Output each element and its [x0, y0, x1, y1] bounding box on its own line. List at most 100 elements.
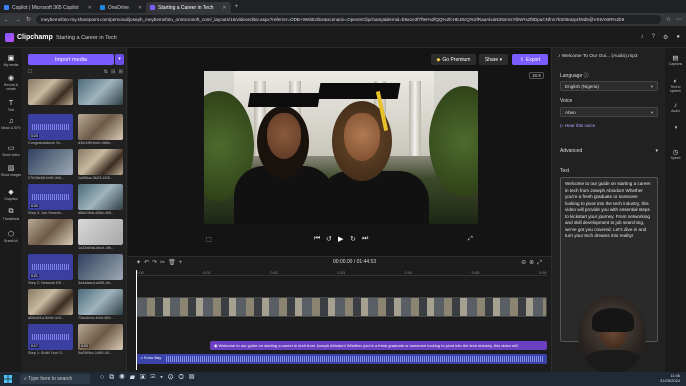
nav-brand-kit[interactable]: ⬡ Brand kit	[0, 230, 22, 243]
import-dropdown-button[interactable]: ▾	[115, 54, 124, 65]
rail-speed[interactable]: ◷ Speed	[665, 148, 686, 160]
browser-tab[interactable]: OneDrive ✕	[96, 2, 146, 13]
media-thumbnail[interactable]: 0:20	[78, 324, 123, 350]
close-icon[interactable]: ✕	[138, 5, 142, 11]
captions-toggle-icon[interactable]: ⬚	[206, 236, 212, 243]
skip-back-icon[interactable]: ⏮	[314, 235, 320, 243]
hear-voice-button[interactable]: ▷ Hear this voice	[560, 123, 595, 129]
rail-fade[interactable]: ◑	[665, 124, 686, 131]
rail-text-to-speech[interactable]: ◐ Text to speech	[665, 78, 686, 93]
audio-media-item[interactable]: 0:20	[28, 184, 73, 210]
nav-text[interactable]: T Text	[0, 100, 22, 112]
settings-icon[interactable]: ⚙	[168, 374, 179, 381]
language-select[interactable]: English (Nigeria) ▾	[560, 81, 658, 91]
skip-forward-icon[interactable]: ⏭	[362, 235, 368, 243]
zoom-in-icon[interactable]: ⊕	[529, 260, 537, 266]
export-label: Export	[525, 56, 541, 63]
import-media-button[interactable]: Import media	[28, 54, 114, 65]
media-thumbnail[interactable]	[78, 184, 123, 210]
avatar[interactable]: ●	[676, 34, 680, 41]
help-icon[interactable]: ?	[652, 34, 655, 41]
voice-select[interactable]: Abeo ▾	[560, 107, 658, 117]
settings-icon[interactable]: ⚙	[663, 34, 668, 41]
duration-badge: 0:21	[30, 274, 39, 278]
media-thumbnail[interactable]	[78, 219, 123, 245]
menu-icon[interactable]: ⋯	[676, 16, 682, 23]
language-label-text: Language	[560, 73, 583, 79]
media-thumbnail[interactable]	[78, 79, 123, 105]
star-icon[interactable]: ☆	[666, 16, 671, 23]
aspect-ratio-button[interactable]: 16:9	[529, 72, 544, 79]
media-thumbnail[interactable]	[28, 149, 73, 175]
url-field[interactable]: meybemefoto-my.sharepoint.com/personal/j…	[36, 15, 661, 24]
nav-music[interactable]: ♫ Music & SFX	[0, 118, 22, 130]
chrome-icon[interactable]: ◎	[178, 374, 189, 381]
nav-record[interactable]: ◉ Record & create	[0, 74, 22, 91]
media-thumbnail[interactable]	[28, 219, 73, 245]
linkedin-icon[interactable]: ▪	[160, 374, 167, 381]
nav-graphics[interactable]: ◆ Graphics	[0, 188, 22, 201]
back-icon[interactable]: ←	[4, 17, 10, 23]
audio-media-item[interactable]: 0:17	[28, 324, 73, 350]
project-name[interactable]: Starting a Career in Tech	[56, 35, 117, 41]
add-icon[interactable]: +	[179, 260, 186, 266]
rewind-icon[interactable]: ↺	[326, 235, 332, 243]
export-button[interactable]: ⇧ Export	[512, 54, 548, 65]
fit-icon[interactable]: ⤢	[537, 260, 545, 266]
media-thumbnail[interactable]	[78, 114, 123, 140]
magic-icon[interactable]: ✦	[136, 260, 144, 266]
nav-my-media[interactable]: ▣ My media	[0, 54, 22, 67]
go-premium-button[interactable]: ◆ Go Premium	[431, 54, 476, 65]
audio-media-item[interactable]: 0:20	[28, 114, 73, 140]
split-icon[interactable]: ✂	[160, 260, 168, 266]
media-thumbnail[interactable]	[78, 289, 123, 315]
new-tab-icon[interactable]: +	[235, 4, 239, 10]
forward-icon[interactable]: →	[15, 17, 21, 23]
photos-icon[interactable]: ▤	[189, 374, 199, 381]
windows-start-icon[interactable]	[4, 375, 12, 383]
media-item-label: 73ac6e4c-fc5d-469...	[78, 316, 114, 320]
text-to-speech-clip[interactable]: ◉ Welcome to our guide on starting a car…	[210, 341, 547, 350]
media-thumbnail[interactable]	[28, 79, 73, 105]
rail-label: Text to speech	[670, 85, 681, 93]
task-view-icon[interactable]: ⧉	[109, 374, 119, 381]
close-icon[interactable]: ✕	[88, 5, 92, 11]
explorer-icon[interactable]: ▰	[130, 374, 140, 381]
redo-icon[interactable]: ↷	[152, 260, 160, 266]
delete-icon[interactable]: 🗑	[168, 260, 179, 266]
rail-captions[interactable]: ▤ Captions	[665, 54, 686, 66]
play-icon[interactable]: ▶	[338, 235, 343, 243]
select-checkbox[interactable]: ☐	[28, 69, 32, 75]
nav-stock-video[interactable]: ▭ Stock video	[0, 144, 22, 157]
audio-media-item[interactable]: 0:21	[28, 254, 73, 280]
sort-icon[interactable]: ⇅	[104, 69, 109, 75]
browser-tab[interactable]: Copilot | Microsoft 365 Copilot ✕	[0, 2, 96, 13]
media-thumbnail[interactable]	[78, 254, 123, 280]
forward-icon[interactable]: ↻	[350, 235, 356, 243]
media-thumbnail[interactable]	[28, 289, 73, 315]
nav-stock-images[interactable]: ▨ Stock images	[0, 164, 22, 177]
audio-track[interactable]: ♫ Echo Bay	[136, 354, 547, 364]
store-icon[interactable]: ▣	[140, 374, 150, 381]
bell-icon[interactable]: ♪	[641, 34, 644, 41]
close-icon[interactable]: ✕	[222, 5, 226, 11]
fullscreen-icon[interactable]: ⤢	[468, 236, 473, 243]
browser-tab-active[interactable]: Starting a Career in Tech ✕	[146, 2, 231, 13]
playhead[interactable]	[136, 270, 137, 370]
taskbar-search[interactable]: ⌕ Type here to search	[20, 374, 90, 384]
video-track[interactable]	[136, 297, 547, 317]
grid-view-icon[interactable]: ⊞	[119, 69, 124, 75]
mail-icon[interactable]: ✉	[150, 374, 160, 381]
cortana-icon[interactable]: ○	[100, 374, 109, 381]
share-button[interactable]: Share ▾	[479, 54, 508, 65]
filter-icon[interactable]: ⊟	[111, 69, 116, 75]
nav-label: Record & create	[3, 83, 19, 91]
undo-icon[interactable]: ↶	[144, 260, 152, 266]
media-thumbnail[interactable]	[78, 149, 123, 175]
rail-audio[interactable]: ♪ Audio	[665, 102, 686, 113]
edge-icon[interactable]: ◉	[119, 374, 130, 381]
nav-transitions[interactable]: ⧉ Transitions	[0, 208, 22, 221]
reload-icon[interactable]: ↻	[26, 16, 31, 23]
advanced-section[interactable]: Advanced ▾	[560, 148, 658, 154]
zoom-out-icon[interactable]: ⊖	[521, 260, 529, 266]
